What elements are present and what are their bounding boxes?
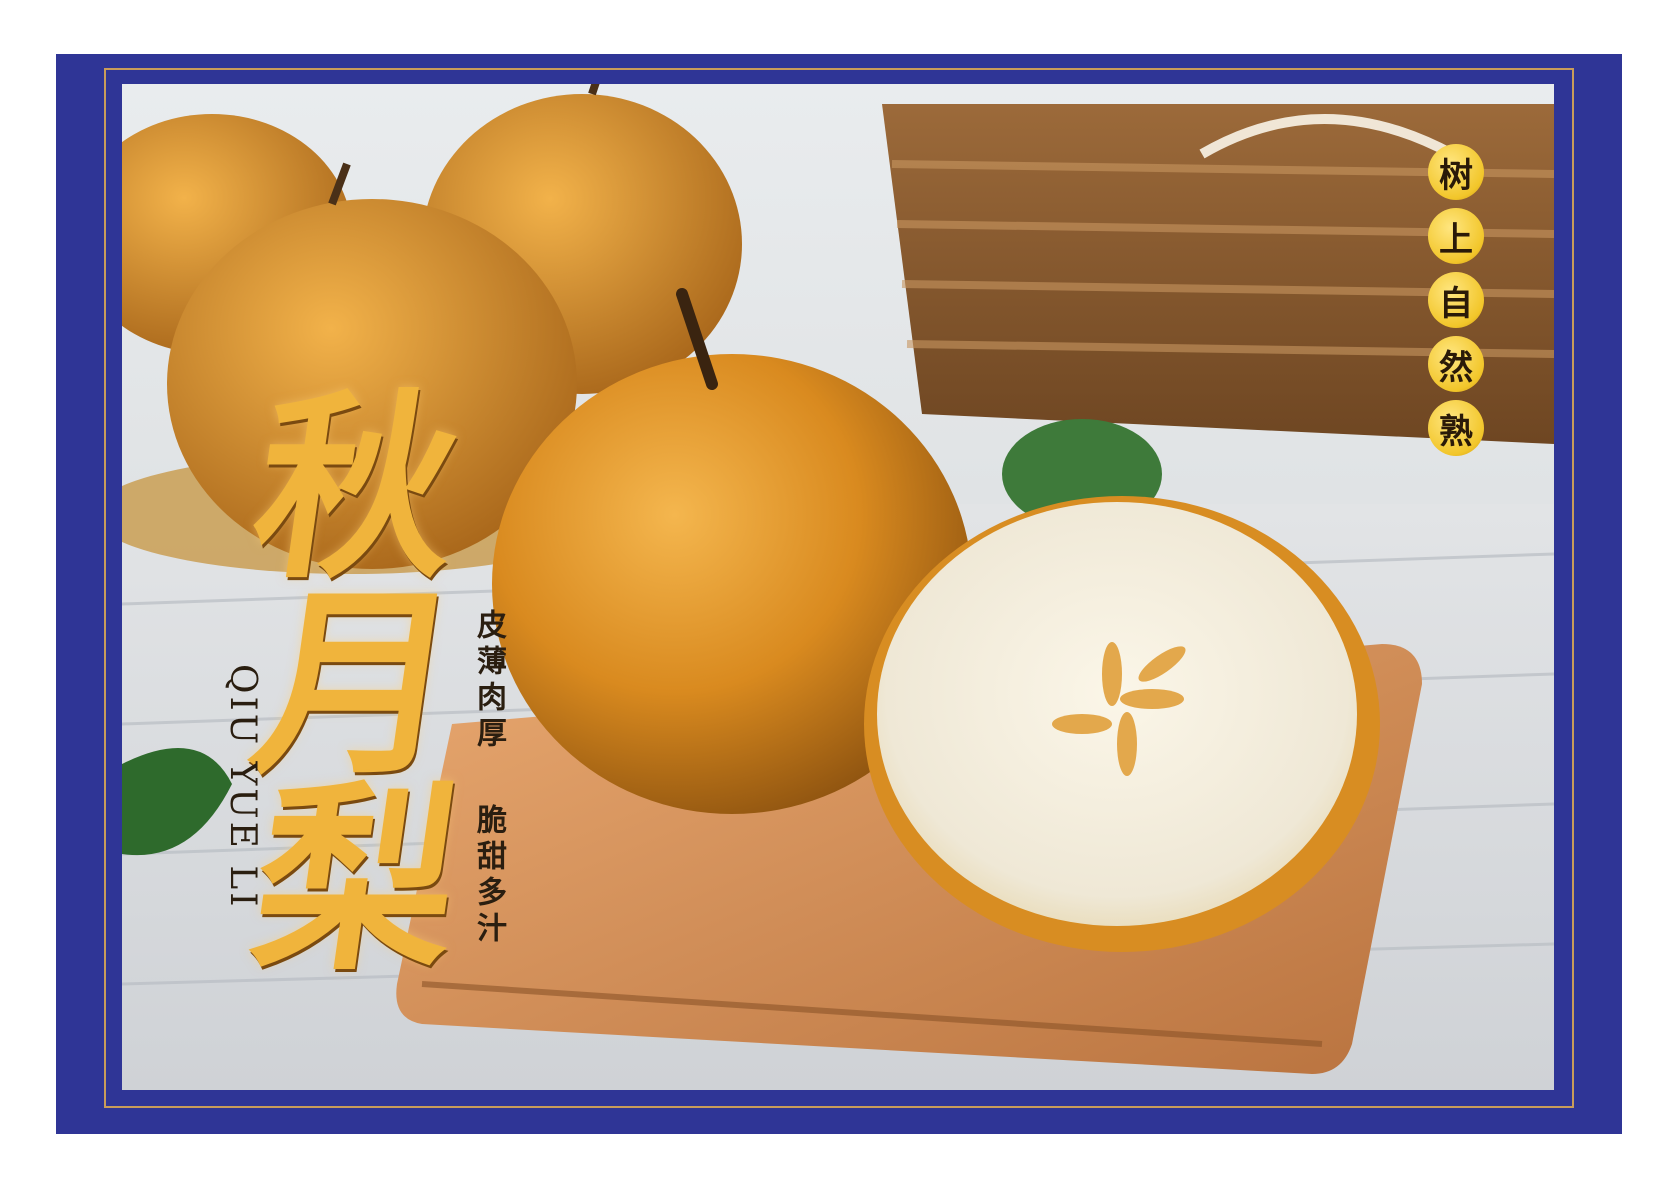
tagline-crisp-sweet: 脆甜多汁 <box>471 804 506 948</box>
badge-char: 自 <box>1428 272 1484 328</box>
title-char-3: 梨 <box>240 763 474 998</box>
badge-char: 上 <box>1428 208 1484 264</box>
brand-title: 秋 月 梨 <box>240 371 474 998</box>
badge-char: 然 <box>1428 336 1484 392</box>
product-photo: 秋 月 梨 QIU YUE LI 皮薄肉厚 脆甜多汁 树 上 自 然 熟 <box>122 84 1554 1090</box>
ripe-on-tree-badges: 树 上 自 然 熟 <box>1428 144 1484 456</box>
title-char-1: 秋 <box>240 371 474 606</box>
badge-char: 树 <box>1428 144 1484 200</box>
title-char-2: 月 <box>240 567 474 802</box>
pinyin-title: QIU YUE LI <box>222 664 263 910</box>
gift-box-cover: 秋 月 梨 QIU YUE LI 皮薄肉厚 脆甜多汁 树 上 自 然 熟 <box>56 54 1622 1134</box>
tagline-thin-skin: 皮薄肉厚 <box>471 609 506 753</box>
badge-char: 熟 <box>1428 400 1484 456</box>
